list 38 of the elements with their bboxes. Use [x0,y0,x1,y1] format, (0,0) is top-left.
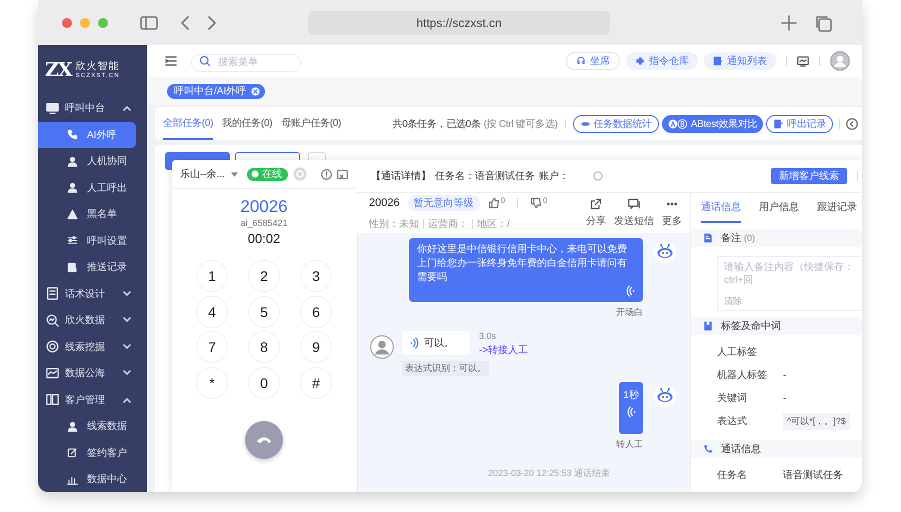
field-value: - [783,370,786,380]
logo-mark: ZX [45,59,72,81]
caller-number: 20026 [369,197,400,209]
call-end-note: 2023-03-20 12:25:53 通话结束 [488,467,610,480]
field-label: 机器人标签 [717,368,768,382]
message-caption: 转人工 [616,438,643,451]
recognition-chip: 表达式识别：可以。 [402,361,489,376]
field-value: ^可以*[，。]?$ [783,412,850,430]
section-title: 备注 [721,232,741,245]
field-label: 表达式 [717,414,748,428]
field-label: 任务名 [717,469,748,482]
message-caption: 开场白 [616,306,643,319]
field-label: 关键词 [717,392,748,405]
carrier-field: 运营商： [428,217,468,231]
field-value: 语音测试任务 [783,468,843,482]
section-title: 标签及命中词 [721,320,781,333]
call-timer: 00:02 [248,231,280,246]
field-value: - [783,392,786,404]
bot-message: 你好这里是中信银行信用卡中心，来电可以免费上门给您办一张终身免年费的白金信用卡请问有需要吗 [409,238,643,302]
task-summary: 共0条任务，已选0条 [392,118,481,130]
bot-message: 1秒 [619,382,643,434]
account-id: ai_6585421 [240,218,288,228]
region-field: 地区：/ [477,217,510,231]
panel-title: 【通话详情】 [371,170,431,183]
dislike-count: 0 [543,197,548,205]
note-count: (0) [744,233,755,243]
field-label: 人工标签 [717,346,758,359]
section-title: 通话信息 [721,442,761,456]
multi-select-hint: (按 Ctrl 键可多选) [484,118,558,130]
user-message: 可以。 [402,331,470,355]
phone-number: 20026 [240,197,288,217]
message-duration: 3.0s [479,331,498,341]
brand-name: 欣火智能 [76,60,120,72]
account-label: 账户： [539,170,569,183]
like-count: 0 [500,197,506,205]
gender-field: 性别：未知 [369,217,419,231]
intent-badge: 暂无意向等级 [408,195,480,211]
task-name: 任务名：语音测试任务 [435,170,535,183]
